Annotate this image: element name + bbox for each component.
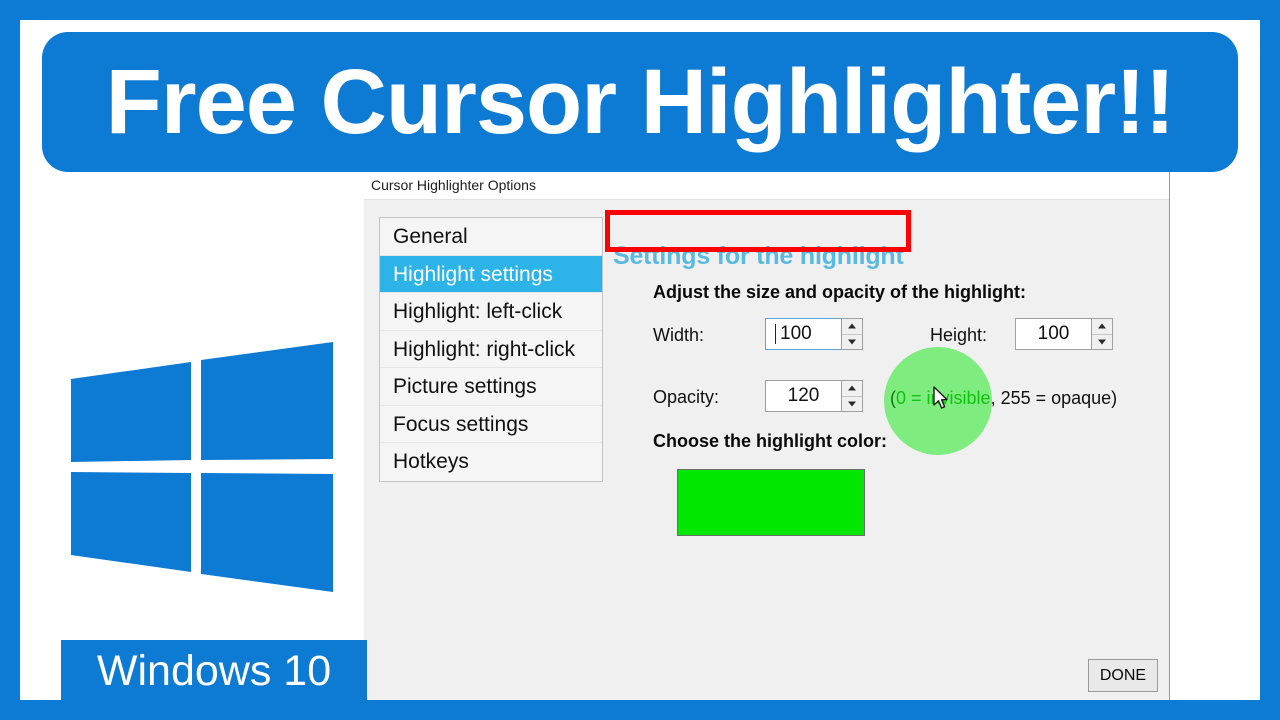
sidebar-item-focus-settings[interactable]: Focus settings [380,406,602,443]
sidebar-item-label: Hotkeys [393,450,469,473]
width-increment-icon[interactable] [842,319,862,335]
height-increment-icon[interactable] [1092,319,1112,335]
opacity-hint: (0 = invisible, 255 = opaque) [890,388,1117,409]
color-label: Choose the highlight color: [653,431,887,451]
sidebar-item-label: Highlight settings [393,262,553,286]
height-stepper-buttons[interactable] [1091,318,1113,350]
height-label: Height: [930,325,988,345]
headline-text: Free Cursor Highlighter!! [105,51,1176,153]
screenshot-root: Cursor Highlighter Options General Highl… [0,0,1280,720]
window-titlebar: Cursor Highlighter Options [363,172,1169,200]
width-label: Width: [653,325,705,345]
opacity-hint-suffix: , 255 = opaque) [990,388,1118,408]
opacity-increment-icon[interactable] [842,381,862,397]
opacity-stepper-buttons[interactable] [841,380,863,412]
pane-subtitle: Adjust the size and opacity of the highl… [653,282,1026,302]
width-decrement-icon[interactable] [842,334,862,349]
windows-logo [71,342,333,592]
sidebar-item-general[interactable]: General [380,218,602,256]
sidebar-item-label: Focus settings [393,412,529,436]
height-decrement-icon[interactable] [1092,334,1112,349]
opacity-stepper[interactable]: 120 [765,380,863,412]
height-stepper[interactable]: 100 [1015,318,1113,350]
opacity-hint-green: 0 = invisible [896,388,991,408]
settings-category-list[interactable]: General Highlight settings Highlight: le… [379,217,603,482]
window-body: General Highlight settings Highlight: le… [363,200,1169,700]
sidebar-item-picture-settings[interactable]: Picture settings [380,368,602,406]
width-stepper[interactable]: 100 [765,318,863,350]
width-stepper-buttons[interactable] [841,318,863,350]
opacity-decrement-icon[interactable] [842,396,862,411]
sidebar-item-label: Highlight: right-click [393,337,576,361]
sidebar-item-label: General [393,225,468,248]
window-title: Cursor Highlighter Options [371,177,536,193]
opacity-input[interactable]: 120 [765,380,841,412]
windows-10-label: Windows 10 [96,647,332,695]
width-input[interactable]: 100 [765,318,841,350]
sidebar-item-highlight-settings[interactable]: Highlight settings [380,255,602,293]
highlight-color-swatch[interactable] [677,469,865,536]
sidebar-item-highlight-right-click[interactable]: Highlight: right-click [380,331,602,368]
headline-banner: Free Cursor Highlighter!! [42,32,1238,172]
sidebar-item-highlight-left-click[interactable]: Highlight: left-click [380,293,602,331]
sidebar-item-hotkeys[interactable]: Hotkeys [380,443,602,481]
done-button[interactable]: DONE [1088,659,1158,692]
opacity-label: Opacity: [653,387,720,407]
sidebar-item-label: Picture settings [393,375,537,398]
windows-10-badge: Windows 10 [61,640,367,703]
cursor-highlighter-window: Cursor Highlighter Options General Highl… [362,172,1170,700]
pane-title: Settings for the highlight [613,242,904,270]
height-input[interactable]: 100 [1015,318,1091,350]
sidebar-item-label: Highlight: left-click [393,300,563,323]
